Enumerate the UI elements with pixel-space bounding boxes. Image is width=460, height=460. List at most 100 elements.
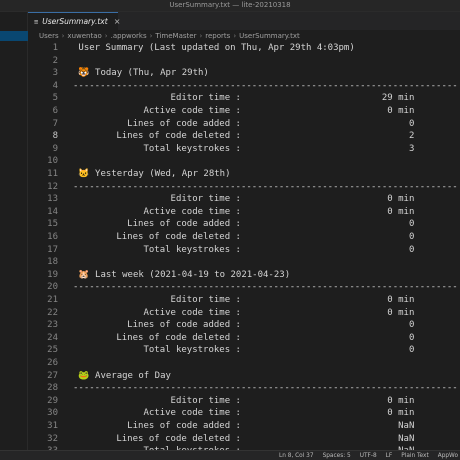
- chevron-right-icon: ›: [104, 32, 108, 40]
- line-text: ----------------------------------------…: [73, 80, 458, 91]
- line-number: 28: [47, 383, 58, 394]
- editor-line[interactable]: 31 Lines of code added : NaN: [28, 420, 460, 433]
- editor-line[interactable]: 1 User Summary (Last updated on Thu, Apr…: [28, 42, 460, 55]
- line-text: Lines of code deleted : 2: [73, 131, 415, 142]
- line-text: 🐯 Today (Thu, Apr 29th): [73, 68, 209, 79]
- line-number: 7: [52, 118, 58, 129]
- line-number: 20: [47, 282, 58, 293]
- line-number: 1: [52, 43, 58, 53]
- line-text: Total keystrokes : 0: [73, 244, 415, 255]
- line-text: Active code time : 0 min: [73, 206, 415, 217]
- line-number: 21: [47, 295, 58, 305]
- status-eol[interactable]: LF: [386, 453, 393, 459]
- line-text: Total keystrokes : 3: [73, 143, 415, 154]
- line-number: 18: [47, 257, 58, 268]
- line-number: 10: [47, 156, 58, 167]
- editor-line[interactable]: 22 Active code time : 0 min: [28, 307, 460, 320]
- line-number: 23: [47, 320, 58, 331]
- line-number: 32: [47, 433, 58, 444]
- editor-line[interactable]: 2: [28, 55, 460, 68]
- status-cursor-position[interactable]: Ln 8, Col 37: [279, 453, 314, 459]
- line-number: 29: [47, 395, 58, 406]
- editor-line[interactable]: 8 Lines of code deleted : 2: [28, 130, 460, 143]
- line-text: Lines of code deleted : NaN: [73, 433, 415, 444]
- line-text: Editor time : 29 min: [73, 93, 415, 104]
- status-encoding[interactable]: UTF-8: [360, 453, 377, 459]
- editor-line[interactable]: 20 --------------------------------------…: [28, 281, 460, 294]
- line-text: ----------------------------------------…: [73, 383, 458, 394]
- line-number: 19: [47, 269, 58, 280]
- status-extension-item[interactable]: AppWo: [438, 453, 458, 459]
- editor-line[interactable]: 17 Total keystrokes : 0: [28, 244, 460, 257]
- status-indentation[interactable]: Spaces: 5: [323, 453, 351, 459]
- editor-line[interactable]: 5 Editor time : 29 min: [28, 92, 460, 105]
- line-text: Lines of code added : 0: [73, 320, 415, 331]
- line-number: 30: [47, 408, 58, 419]
- editor-line[interactable]: 9 Total keystrokes : 3: [28, 143, 460, 156]
- editor-line[interactable]: 15 Lines of code added : 0: [28, 218, 460, 231]
- editor-line[interactable]: 24 Lines of code deleted : 0: [28, 332, 460, 345]
- window-titlebar: UserSummary.txt — lite-20210318: [0, 0, 460, 12]
- line-text: Lines of code added : 0: [73, 118, 415, 129]
- breadcrumb-item-file[interactable]: UserSummary.txt: [239, 32, 300, 40]
- line-number: 8: [52, 131, 58, 142]
- line-text: Active code time : 0 min: [73, 106, 415, 116]
- line-text: 🐸 Average of Day: [73, 370, 171, 381]
- line-text: Lines of code deleted : 0: [73, 232, 415, 242]
- window-title: UserSummary.txt — lite-20210318: [169, 1, 291, 9]
- editor-line[interactable]: 19 🐹 Last week (2021-04-19 to 2021-04-23…: [28, 269, 460, 282]
- editor-line[interactable]: 29 Editor time : 0 min: [28, 395, 460, 408]
- line-number: 16: [47, 232, 58, 242]
- line-text: 🐹 Last week (2021-04-19 to 2021-04-23): [73, 269, 291, 280]
- line-number: 6: [52, 106, 58, 116]
- breadcrumb-item-reports[interactable]: reports: [205, 32, 230, 40]
- editor-text-area[interactable]: 1 User Summary (Last updated on Thu, Apr…: [28, 42, 460, 450]
- breadcrumb-item-appworks[interactable]: .appworks: [111, 32, 147, 40]
- line-number: 15: [47, 219, 58, 230]
- close-icon[interactable]: ×: [114, 17, 121, 26]
- editor-line[interactable]: 11 🐱 Yesterday (Wed, Apr 28th): [28, 168, 460, 181]
- breadcrumb-item-users[interactable]: Users: [39, 32, 59, 40]
- editor-line[interactable]: 23 Lines of code added : 0: [28, 319, 460, 332]
- editor-line[interactable]: 26: [28, 357, 460, 370]
- breadcrumb-item-user[interactable]: xuwentao: [67, 32, 101, 40]
- line-number: 31: [47, 421, 58, 431]
- editor-line[interactable]: 27 🐸 Average of Day: [28, 370, 460, 383]
- editor-line[interactable]: 18: [28, 256, 460, 269]
- editor-line[interactable]: 21 Editor time : 0 min: [28, 294, 460, 307]
- editor-line[interactable]: 28 --------------------------------------…: [28, 382, 460, 395]
- line-number: 9: [52, 143, 58, 154]
- chevron-right-icon: ›: [61, 32, 65, 40]
- line-number: 3: [52, 68, 58, 79]
- file-lines-icon: ≡: [34, 17, 39, 26]
- line-text: User Summary (Last updated on Thu, Apr 2…: [73, 43, 355, 53]
- editor-line[interactable]: 25 Total keystrokes : 0: [28, 344, 460, 357]
- line-text: ----------------------------------------…: [73, 282, 458, 293]
- editor-line[interactable]: 16 Lines of code deleted : 0: [28, 231, 460, 244]
- line-text: 🐱 Yesterday (Wed, Apr 28th): [73, 169, 231, 179]
- editor-line[interactable]: 13 Editor time : 0 min: [28, 193, 460, 206]
- line-number: 14: [47, 206, 58, 217]
- editor-line[interactable]: 3 🐯 Today (Thu, Apr 29th): [28, 67, 460, 80]
- editor-line[interactable]: 4 ---------------------------------------…: [28, 80, 460, 93]
- tab-usersummary[interactable]: ≡ UserSummary.txt ×: [28, 12, 121, 30]
- breadcrumb-item-timemaster[interactable]: TimeMaster: [155, 32, 196, 40]
- line-number: 11: [47, 169, 58, 179]
- editor-line[interactable]: 7 Lines of code added : 0: [28, 118, 460, 131]
- breadcrumb: Users › xuwentao › .appworks › TimeMaster › …: [28, 30, 460, 42]
- line-text: Lines of code added : NaN: [73, 421, 415, 431]
- tab-label: UserSummary.txt: [42, 17, 108, 26]
- status-language-mode[interactable]: Plain Text: [401, 453, 429, 459]
- line-number: 2: [52, 55, 58, 66]
- line-number: 4: [52, 80, 58, 91]
- line-text: Editor time : 0 min: [73, 295, 415, 305]
- editor-line[interactable]: 32 Lines of code deleted : NaN: [28, 433, 460, 446]
- sidebar-strip: [0, 12, 28, 452]
- sidebar-selected-item[interactable]: [0, 31, 28, 41]
- editor-line[interactable]: 12 --------------------------------------…: [28, 181, 460, 194]
- editor-line[interactable]: 6 Active code time : 0 min: [28, 105, 460, 118]
- editor-line[interactable]: 14 Active code time : 0 min: [28, 206, 460, 219]
- editor-line[interactable]: 10: [28, 155, 460, 168]
- editor-line[interactable]: 30 Active code time : 0 min: [28, 407, 460, 420]
- chevron-right-icon: ›: [199, 32, 203, 40]
